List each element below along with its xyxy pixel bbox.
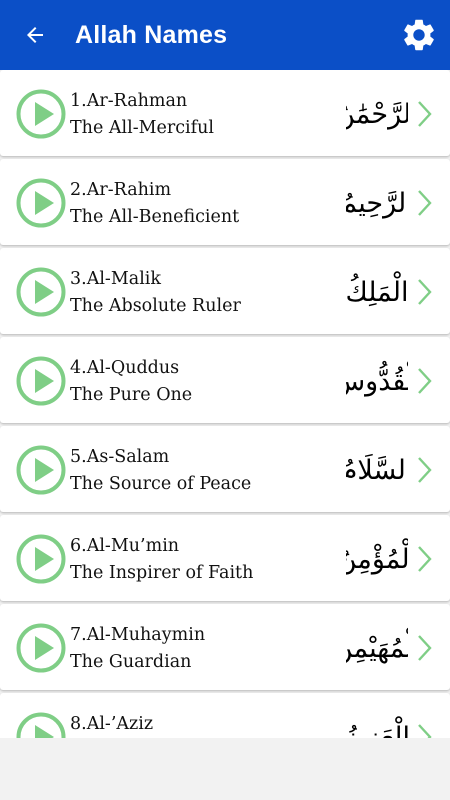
app-bar: Allah Names [0,0,450,70]
page-title: Allah Names [75,20,228,49]
play-icon[interactable] [16,89,66,139]
name-title: 2.Ar-Rahim [70,180,172,200]
arabic-calligraphy: الْمُهَيْمِنُ [346,617,408,679]
list-item[interactable]: 1.Ar-Rahman The All-Merciful الرَّحْمَٰن… [0,70,450,156]
list-item[interactable]: 6.Al-Mu’min The Inspirer of Faith الْمُؤ… [0,515,450,601]
name-meaning: The Absolute Ruler [70,296,241,316]
chevron-right-icon [418,546,432,572]
list-item[interactable]: 7.Al-Muhaymin The Guardian الْمُهَيْمِنُ [0,604,450,690]
name-meaning: The All-Merciful [70,118,214,138]
settings-button[interactable] [388,0,450,70]
chevron-right-icon [418,101,432,127]
list-item[interactable]: 2.Ar-Rahim The All-Beneficient الرَّحِيم… [0,159,450,245]
arrow-left-icon [27,27,43,43]
name-title: 3.Al-Malik [70,269,161,289]
list-item[interactable]: 4.Al-Quddus The Pure One الْقُدُّوسُ [0,337,450,423]
play-icon[interactable] [16,712,66,738]
chevron-right-icon [418,724,432,738]
play-icon[interactable] [16,445,66,495]
gear-icon [404,19,434,51]
name-title: 5.As-Salam [70,447,170,467]
chevron-right-icon [418,457,432,483]
chevron-right-icon [418,635,432,661]
play-icon[interactable] [16,623,66,673]
name-title: 8.Al-’Aziz [70,714,154,734]
play-icon[interactable] [16,534,66,584]
arabic-calligraphy: الْمَلِكُ [346,261,408,323]
name-meaning: The Pure One [70,385,193,405]
arabic-calligraphy: الْمُؤْمِنُ [346,528,408,590]
play-icon[interactable] [16,267,66,317]
play-icon[interactable] [16,178,66,228]
list-item[interactable]: 8.Al-’Aziz الْعَزِيزُ [0,693,450,738]
name-meaning: The Source of Peace [70,474,252,494]
arabic-calligraphy: الْقُدُّوسُ [346,350,408,412]
name-title: 7.Al-Muhaymin [70,625,206,645]
name-meaning: The Guardian [70,652,192,672]
name-title: 6.Al-Mu’min [70,536,180,556]
arabic-calligraphy: الرَّحْمَٰنُ [346,83,408,145]
chevron-right-icon [418,368,432,394]
name-meaning: The All-Beneficient [70,207,240,227]
back-button[interactable] [0,0,70,70]
list-item[interactable]: 3.Al-Malik The Absolute Ruler الْمَلِكُ [0,248,450,334]
chevron-right-icon [418,190,432,216]
name-title: 1.Ar-Rahman [70,91,188,111]
names-list[interactable]: 1.Ar-Rahman The All-Merciful الرَّحْمَٰن… [0,70,450,738]
arabic-calligraphy: السَّلَامُ [346,439,408,501]
list-item[interactable]: 5.As-Salam The Source of Peace السَّلَام… [0,426,450,512]
name-title: 4.Al-Quddus [70,358,180,378]
name-meaning: The Inspirer of Faith [70,563,254,583]
chevron-right-icon [418,279,432,305]
arabic-calligraphy: الْعَزِيزُ [346,706,408,738]
arabic-calligraphy: الرَّحِيمُ [346,172,408,234]
play-icon[interactable] [16,356,66,406]
